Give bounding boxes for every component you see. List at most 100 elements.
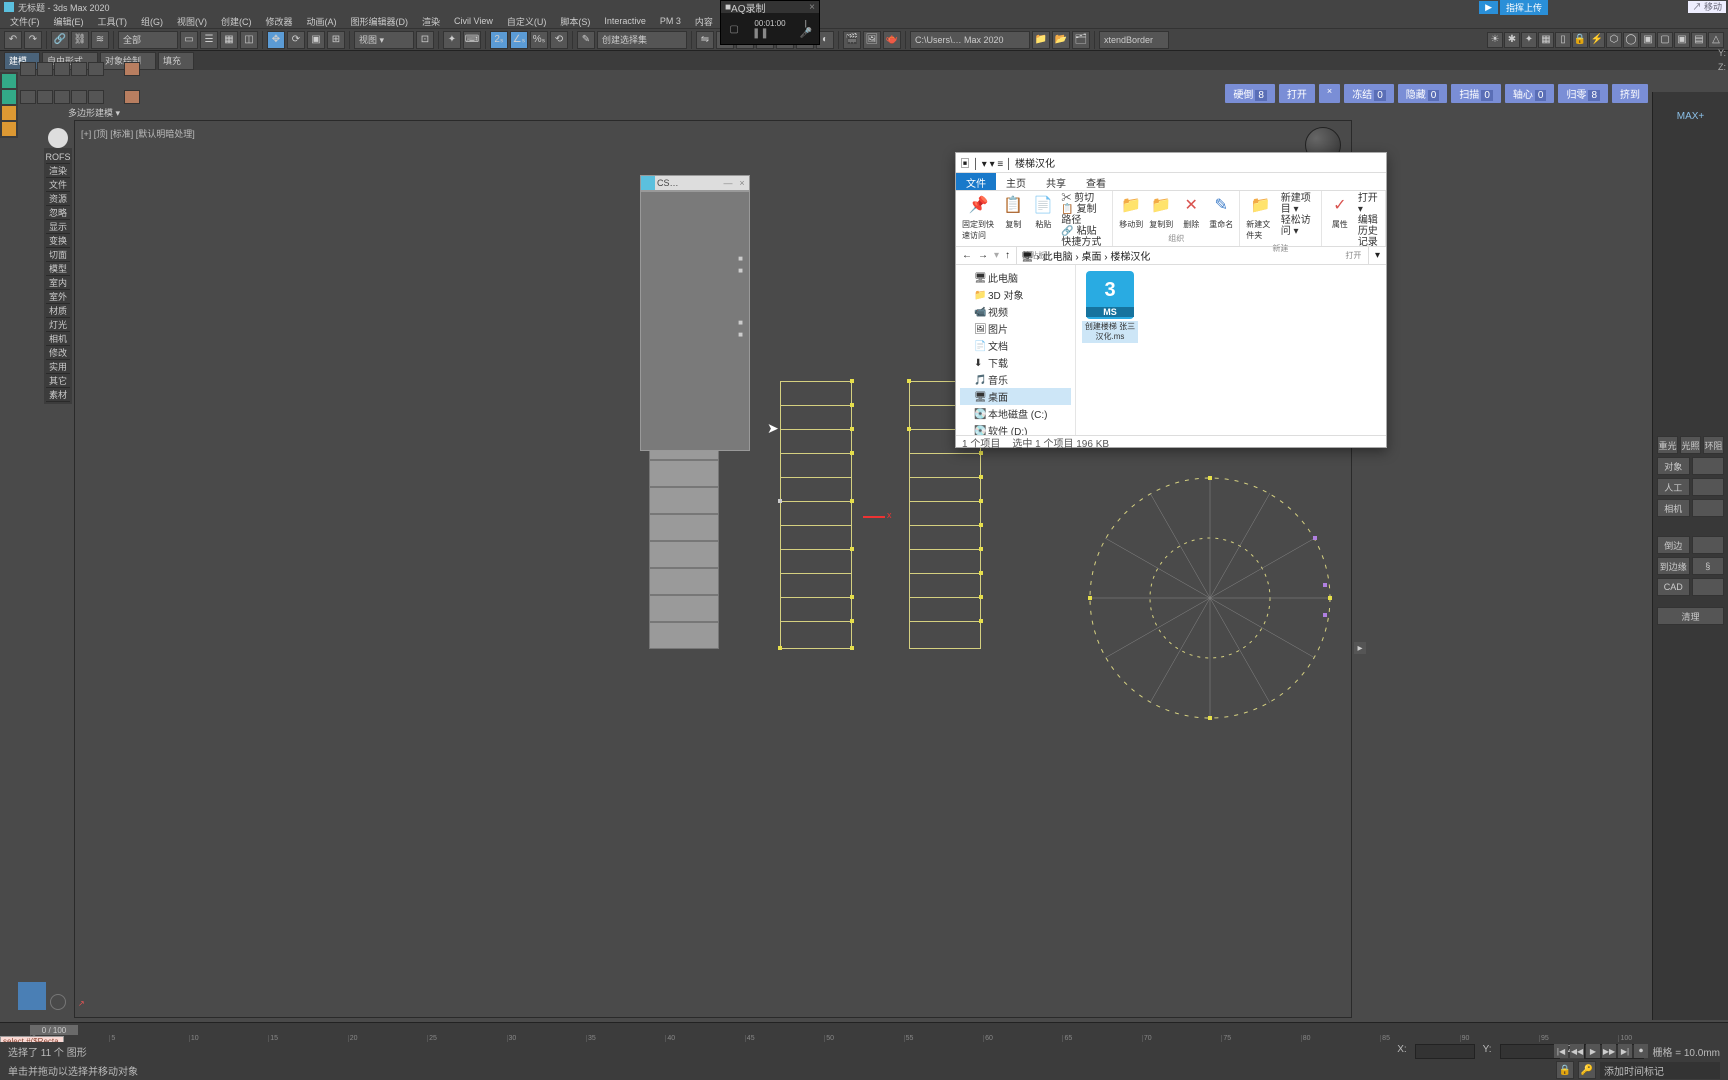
- gear-icon[interactable]: ✱: [1504, 32, 1520, 48]
- explorer-titlebar[interactable]: ▣ │ ▾ ▾ ≡ │ 楼梯汉化: [956, 153, 1386, 173]
- ribbon-moveto-button[interactable]: 📁移动到: [1119, 193, 1143, 230]
- cs-minimize-icon[interactable]: —: [721, 178, 735, 188]
- left-cat-10[interactable]: 室外: [46, 290, 70, 304]
- circle-spline[interactable]: [1055, 443, 1365, 753]
- menu-create[interactable]: 创建(C): [215, 15, 258, 28]
- cmd-btn-6[interactable]: 归零8: [1558, 84, 1608, 103]
- explorer-tab-view[interactable]: 查看: [1076, 173, 1116, 190]
- box2-icon[interactable]: ▣: [1674, 32, 1690, 48]
- box3-icon[interactable]: ▤: [1691, 32, 1707, 48]
- recorder-mic-icon[interactable]: 🎤: [800, 28, 812, 40]
- ribbon-newitem[interactable]: 新建项目 ▾: [1281, 193, 1315, 215]
- ribbon-populate[interactable]: 填充: [158, 52, 194, 70]
- menu-tools[interactable]: 工具(T): [92, 15, 134, 28]
- snap-percent-button[interactable]: %ₛ: [530, 31, 548, 49]
- explorer-tab-share[interactable]: 共享: [1036, 173, 1076, 190]
- ribbon-paste-button[interactable]: 📄粘贴: [1031, 193, 1055, 230]
- ribbon-delete-button[interactable]: ✕删除: [1179, 193, 1203, 230]
- left-cat-16[interactable]: 其它: [46, 374, 70, 388]
- menu-customize[interactable]: 自定义(U): [501, 15, 553, 28]
- menu-animation[interactable]: 动画(A): [301, 15, 343, 28]
- rp-btn-7[interactable]: 相机: [1657, 499, 1690, 517]
- light-icon[interactable]: ☀: [1487, 32, 1503, 48]
- left-vbtn-2[interactable]: [2, 90, 16, 104]
- window-crossing-button[interactable]: ◫: [240, 31, 258, 49]
- pillar-icon[interactable]: ▯: [1555, 32, 1571, 48]
- explorer-tab-home[interactable]: 主页: [996, 173, 1036, 190]
- rp-btn-4[interactable]: [1692, 457, 1725, 475]
- nav-pictures[interactable]: 🖼图片: [960, 320, 1071, 337]
- cmd-btn-1[interactable]: 打开: [1279, 84, 1315, 103]
- cs-window-body[interactable]: ■ ■ ■ ■: [640, 191, 750, 451]
- keyboard-button[interactable]: ⌨: [463, 31, 481, 49]
- left-cat-15[interactable]: 实用: [46, 360, 70, 374]
- badge-upload[interactable]: 指挥上传: [1500, 0, 1548, 15]
- ribbon-newfolder-button[interactable]: 📁新建文件夹: [1246, 193, 1275, 241]
- bottom-circle-button[interactable]: [50, 994, 66, 1010]
- placement-button[interactable]: ⊞: [327, 31, 345, 49]
- playback-next[interactable]: ▶▶: [1602, 1044, 1616, 1058]
- render-button[interactable]: 🫖: [883, 31, 901, 49]
- side-btn-1[interactable]: [20, 62, 36, 76]
- rp-btn-6[interactable]: [1692, 478, 1725, 496]
- set-folder-button[interactable]: 📂: [1052, 31, 1070, 49]
- left-cat-8[interactable]: 模型: [46, 262, 70, 276]
- coord-x-input[interactable]: [1415, 1044, 1475, 1059]
- nav-music[interactable]: 🎵音乐: [960, 371, 1071, 388]
- nav-video[interactable]: 📹视频: [960, 303, 1071, 320]
- scale-button[interactable]: ▣: [307, 31, 325, 49]
- ribbon-copy-button[interactable]: 📋复制: [1001, 193, 1025, 230]
- bottom-square-button[interactable]: [18, 982, 46, 1010]
- cloth-icon[interactable]: ▦: [1538, 32, 1554, 48]
- left-cat-0[interactable]: ROFS: [46, 150, 70, 164]
- rp-btn-2[interactable]: 环阻: [1703, 436, 1724, 454]
- left-cat-2[interactable]: 文件: [46, 178, 70, 192]
- cmd-btn-2[interactable]: 冻结0: [1344, 84, 1394, 103]
- key-toggle[interactable]: 🔑: [1578, 1061, 1596, 1079]
- left-cat-11[interactable]: 材质: [46, 304, 70, 318]
- timeline[interactable]: 0 / 100 05 1015 2025 3035 4045 5055 6065…: [0, 1022, 1728, 1042]
- left-cat-13[interactable]: 相机: [46, 332, 70, 346]
- link-button[interactable]: 🔗: [51, 31, 69, 49]
- expand-button[interactable]: ▸: [1354, 642, 1366, 654]
- left-cat-17[interactable]: 素材: [46, 388, 70, 402]
- addr-fwd-icon[interactable]: →: [978, 250, 988, 261]
- tri-icon[interactable]: △: [1708, 32, 1724, 48]
- right-dropdown[interactable]: xtendBorder: [1099, 31, 1169, 49]
- spinner-snap-button[interactable]: ⟲: [550, 31, 568, 49]
- rp-btn-14[interactable]: [1692, 578, 1725, 596]
- rp-btn-9[interactable]: 倒边: [1657, 536, 1690, 554]
- ribbon-pasteshortcut[interactable]: 🔗 粘贴快捷方式: [1061, 226, 1106, 248]
- cs-window-titlebar[interactable]: CS… — ×: [640, 175, 750, 191]
- left-vbtn-3[interactable]: [2, 106, 16, 120]
- render-setup-button[interactable]: 🎬: [843, 31, 861, 49]
- ribbon-properties-button[interactable]: ✓属性: [1328, 193, 1352, 230]
- menu-interactive[interactable]: Interactive: [598, 16, 652, 26]
- badge-move[interactable]: ↗ 移动: [1688, 0, 1726, 13]
- poly-label[interactable]: 多边形建模 ▾: [68, 106, 120, 119]
- nav-3d[interactable]: 📁3D 对象: [960, 286, 1071, 303]
- nav-c-drive[interactable]: 💽本地磁盘 (C:): [960, 405, 1071, 422]
- left-circle-icon[interactable]: [48, 128, 68, 148]
- side-btn-3[interactable]: [54, 62, 70, 76]
- rp-btn-5[interactable]: 人工: [1657, 478, 1690, 496]
- rp-btn-0[interactable]: 重光: [1657, 436, 1678, 454]
- playback-end[interactable]: ▶|: [1618, 1044, 1632, 1058]
- recorder-pause-icon[interactable]: ❚❚: [754, 28, 766, 40]
- ring-icon[interactable]: ◯: [1623, 32, 1639, 48]
- ribbon-open[interactable]: 打开 ▾: [1358, 193, 1379, 215]
- cmd-btn-5[interactable]: 轴心0: [1505, 84, 1555, 103]
- nav-downloads[interactable]: ⬇下载: [960, 354, 1071, 371]
- ref-coord-dropdown[interactable]: 视图 ▾: [354, 31, 414, 49]
- badge-play[interactable]: ▶: [1479, 1, 1498, 14]
- coord-y-input[interactable]: [1500, 1044, 1560, 1059]
- explorer-file-item[interactable]: 创建楼梯 张三汉化.ms: [1082, 271, 1138, 343]
- add-time-tag[interactable]: 添加时间标记: [1600, 1062, 1720, 1079]
- left-cat-9[interactable]: 室内: [46, 276, 70, 290]
- ladder-spline-1[interactable]: [780, 381, 852, 649]
- snap-angle-button[interactable]: ∠ₛ: [510, 31, 528, 49]
- side-btn-4[interactable]: [71, 62, 87, 76]
- left-cat-3[interactable]: 资源: [46, 192, 70, 206]
- left-cat-1[interactable]: 渲染: [46, 164, 70, 178]
- addr-back-icon[interactable]: ←: [962, 250, 972, 261]
